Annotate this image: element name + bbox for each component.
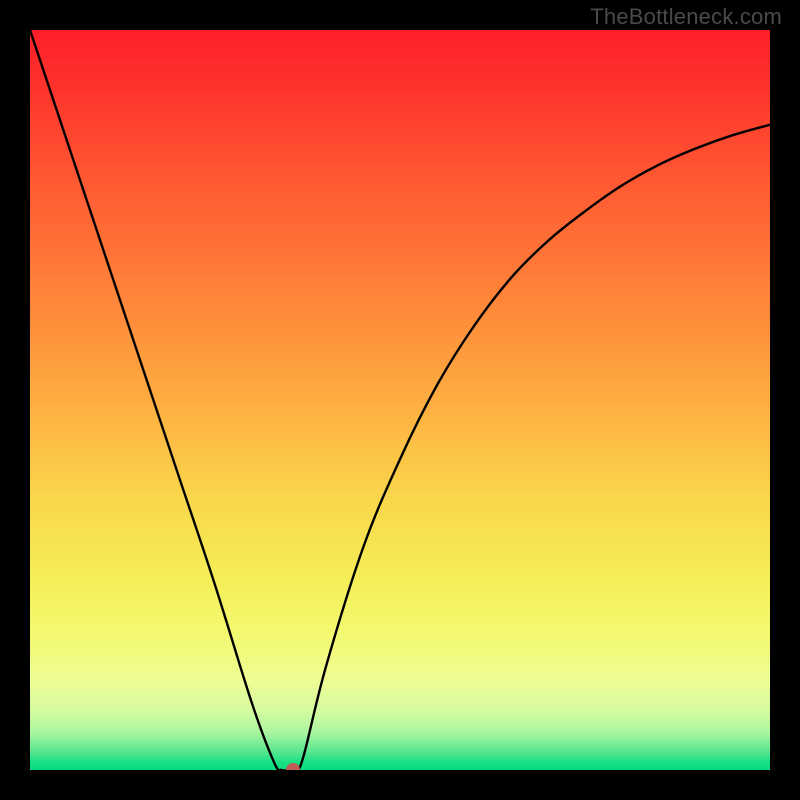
bottleneck-curve	[30, 30, 770, 770]
plot-area	[30, 30, 770, 770]
curve-layer	[30, 30, 770, 770]
watermark-text: TheBottleneck.com	[590, 4, 782, 30]
minimum-marker-icon	[286, 763, 300, 770]
chart-frame: TheBottleneck.com	[0, 0, 800, 800]
